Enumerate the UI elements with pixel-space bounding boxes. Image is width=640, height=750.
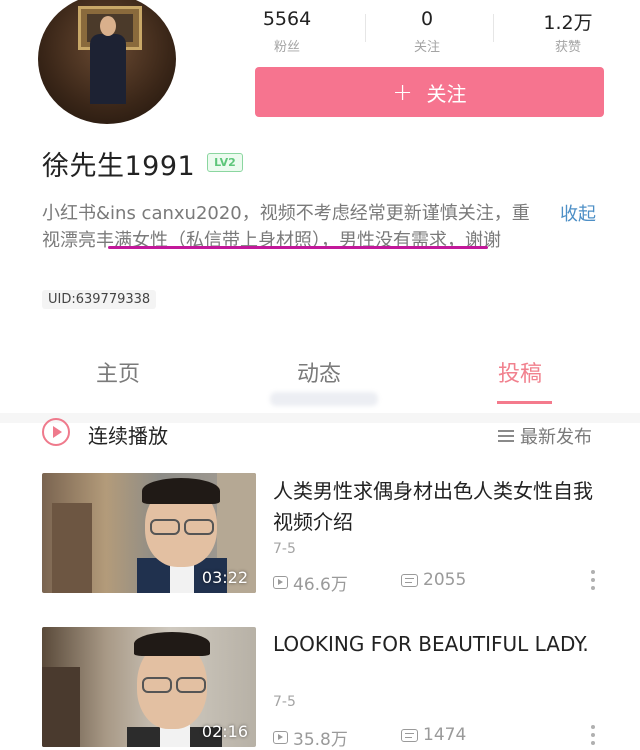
- video-duration: 03:22: [201, 568, 248, 587]
- followers-label: 粉丝: [273, 40, 300, 55]
- sort-label: 最新发布: [520, 427, 592, 448]
- video-thumbnail[interactable]: 03:22: [42, 473, 256, 593]
- video-plays: 46.6万: [273, 570, 348, 595]
- avatar-head: [100, 16, 116, 36]
- user-id: UID:639779338: [42, 290, 157, 309]
- play-count-icon: [273, 731, 288, 744]
- active-tab-indicator: [497, 401, 552, 404]
- bio-collapse-link[interactable]: 收起: [560, 200, 596, 226]
- sort-button[interactable]: 最新发布: [498, 423, 592, 449]
- video-thumbnail[interactable]: 02:16: [42, 627, 256, 747]
- stat-divider: [365, 14, 366, 42]
- video-duration: 02:16: [201, 722, 248, 741]
- autoplay-label[interactable]: 连续播放: [88, 420, 168, 449]
- tab-activity[interactable]: 动态: [297, 356, 341, 388]
- likes-count: 1.2万: [543, 12, 593, 34]
- video-comments: 1474: [401, 725, 466, 745]
- play-count: 35.8万: [293, 730, 348, 750]
- follow-label: 关注: [426, 81, 467, 106]
- level-badge: LV2: [207, 153, 243, 172]
- video-date: 7-5: [273, 694, 296, 710]
- comment-icon: [401, 573, 418, 587]
- following-label: 关注: [413, 40, 440, 55]
- more-options-icon[interactable]: [590, 570, 596, 590]
- blurred-overlay: [270, 392, 378, 406]
- more-options-icon[interactable]: [590, 725, 596, 745]
- video-comments: 2055: [401, 570, 466, 590]
- following-count: 0: [420, 8, 434, 30]
- username: 徐先生1991: [42, 151, 196, 182]
- annotation-underline: [108, 246, 488, 249]
- tab-posts[interactable]: 投稿: [498, 356, 542, 388]
- tab-home[interactable]: 主页: [96, 356, 140, 388]
- list-icon: [498, 430, 514, 442]
- video-title[interactable]: 人类男性求偶身材出色人类女性自我视频介绍: [273, 476, 603, 538]
- stat-divider: [493, 14, 494, 42]
- comment-icon: [401, 728, 418, 742]
- comment-count: 1474: [423, 725, 467, 745]
- autoplay-icon[interactable]: [42, 418, 70, 446]
- video-plays: 35.8万: [273, 725, 348, 750]
- avatar-person: [90, 34, 126, 104]
- plus-icon: +: [392, 78, 413, 106]
- video-title[interactable]: LOOKING FOR BEAUTIFUL LADY.: [273, 629, 603, 660]
- play-count: 46.6万: [293, 575, 348, 595]
- likes-label: 获赞: [554, 40, 581, 55]
- followers-count: 5564: [262, 8, 312, 30]
- comment-count: 2055: [423, 570, 467, 590]
- avatar[interactable]: [38, 0, 176, 124]
- play-count-icon: [273, 576, 288, 589]
- follow-button[interactable]: + 关注: [255, 67, 604, 117]
- video-date: 7-5: [273, 541, 296, 557]
